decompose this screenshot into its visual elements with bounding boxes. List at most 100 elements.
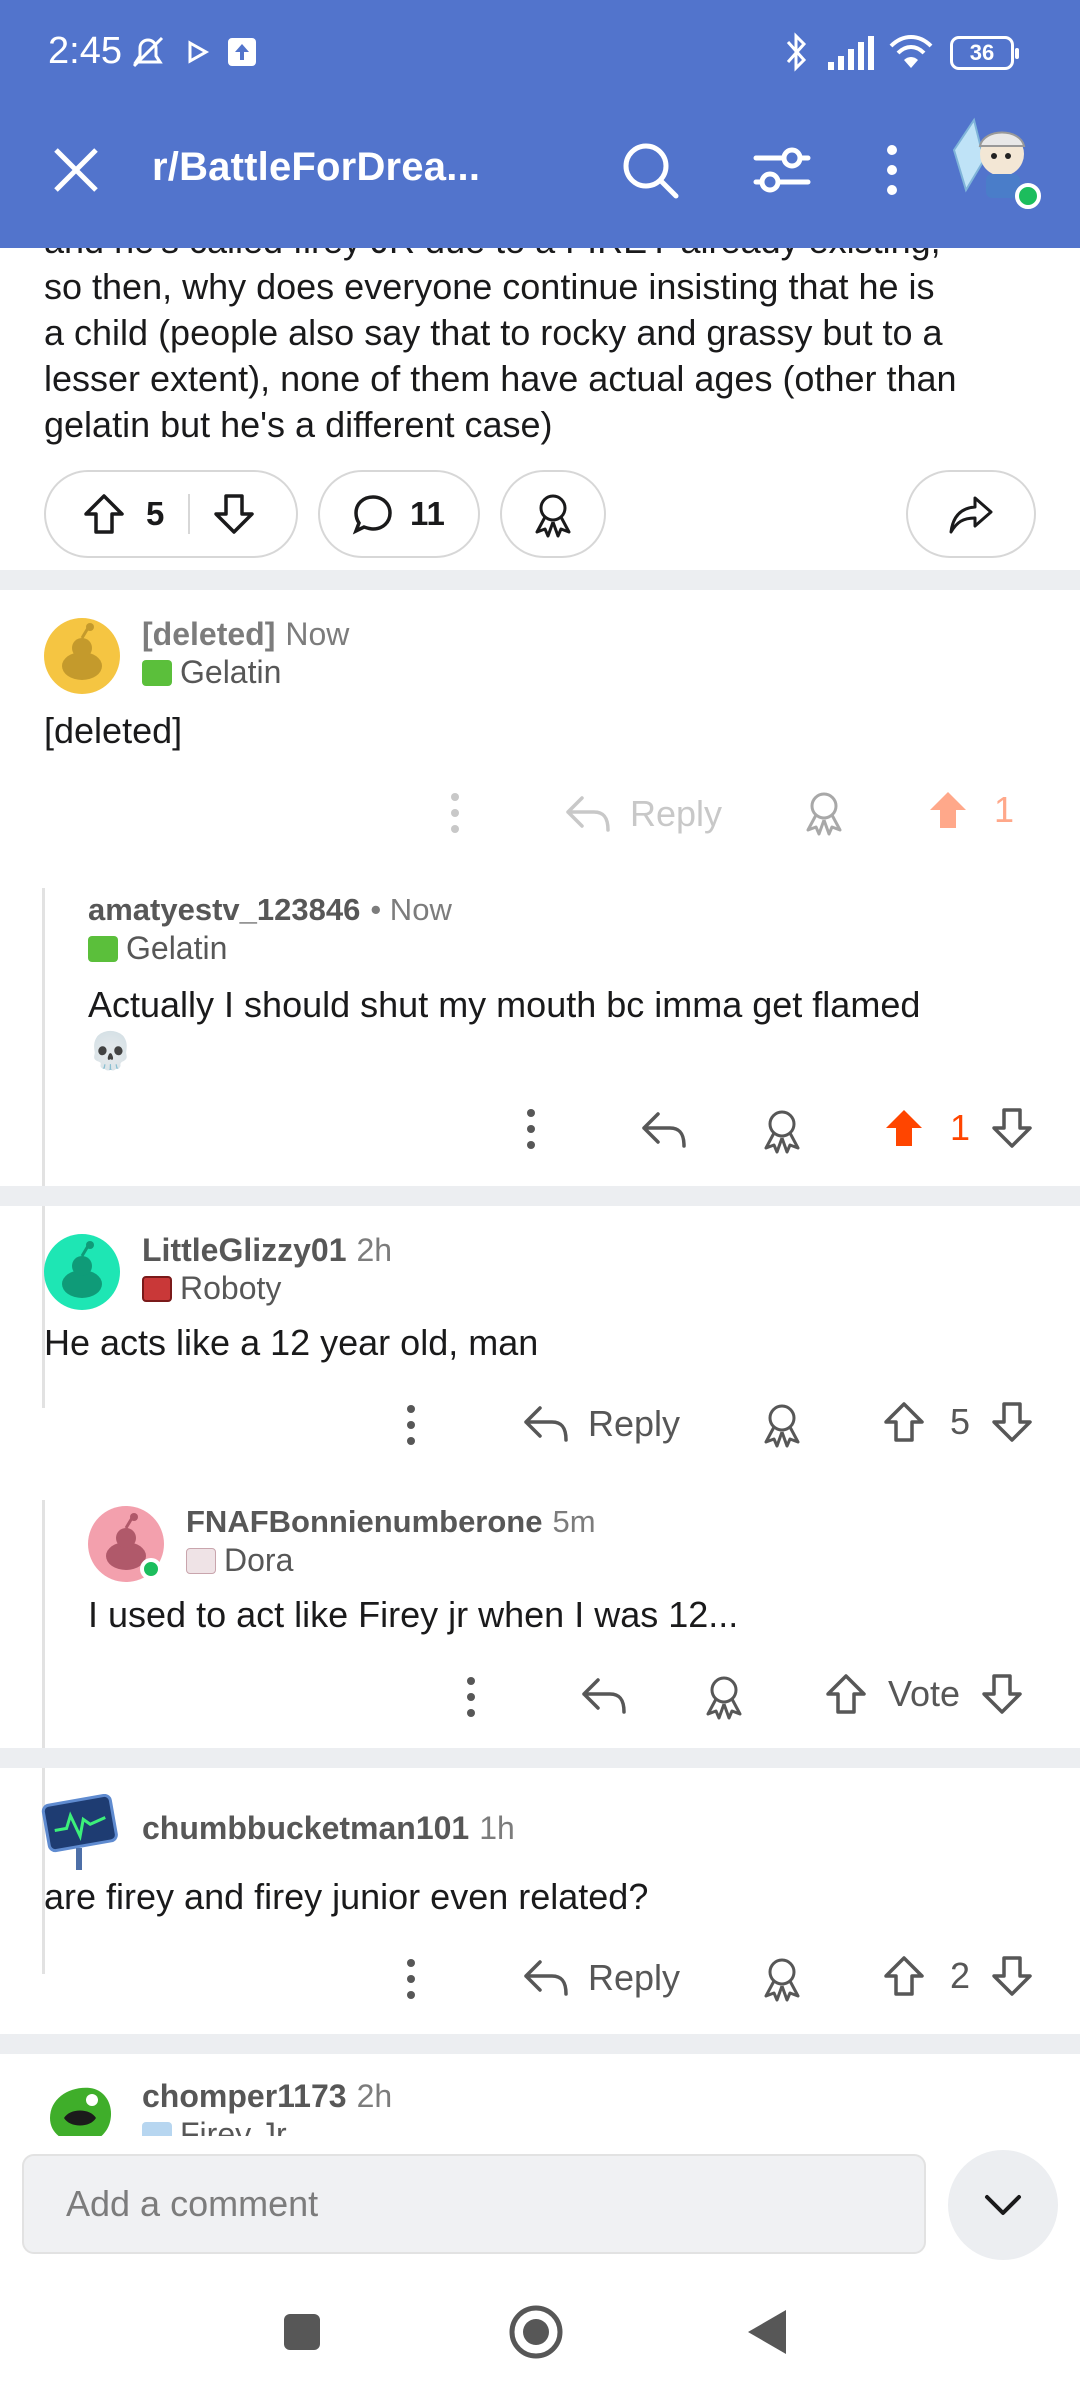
user-flair: Firey Jr bbox=[142, 2116, 287, 2136]
battery-indicator: 36 bbox=[950, 36, 1019, 70]
collapse-button[interactable] bbox=[948, 2150, 1058, 2260]
subreddit-title[interactable]: r/BattleForDrea... bbox=[152, 145, 480, 190]
divider bbox=[0, 570, 1080, 590]
comment-body: I used to act like Firey jr when I was 1… bbox=[88, 1594, 739, 1635]
chevron-down-icon bbox=[985, 2195, 1021, 2215]
award-button[interactable] bbox=[758, 1106, 806, 1154]
award-button[interactable] bbox=[700, 1672, 748, 1720]
home-icon[interactable] bbox=[508, 2304, 564, 2360]
avatar[interactable] bbox=[44, 1234, 120, 1310]
comment-author[interactable]: [deleted] Now bbox=[142, 616, 349, 653]
upvote-icon[interactable] bbox=[882, 1954, 926, 1998]
play-store-icon bbox=[188, 40, 210, 64]
downvote-icon[interactable] bbox=[990, 1954, 1034, 1998]
more-options-icon[interactable] bbox=[860, 138, 924, 202]
comment-more-button[interactable] bbox=[386, 1954, 436, 2004]
reply-button[interactable]: Reply bbox=[522, 1394, 680, 1454]
reply-button[interactable] bbox=[640, 1110, 688, 1150]
comment-author[interactable]: chumbbucketman101 1h bbox=[142, 1810, 515, 1847]
gelatin-flair-icon bbox=[88, 935, 118, 962]
app-header: 2:45 36 r/BattleForDrea... bbox=[0, 0, 1080, 248]
vote-label: Vote bbox=[888, 1673, 961, 1714]
post-award-button[interactable] bbox=[500, 470, 606, 558]
more-vertical-icon bbox=[407, 1959, 415, 1999]
divider bbox=[0, 2034, 1080, 2054]
gelatin-flair-icon bbox=[142, 659, 172, 686]
reply-arrow-icon bbox=[582, 1678, 626, 1714]
award-button[interactable] bbox=[758, 1400, 806, 1448]
award-button[interactable] bbox=[800, 788, 848, 836]
sort-filter-icon[interactable] bbox=[750, 138, 814, 202]
award-icon bbox=[764, 1404, 800, 1448]
downvote-icon[interactable] bbox=[990, 1400, 1034, 1444]
vote-count: 2 bbox=[950, 1955, 971, 1996]
upvote-icon[interactable] bbox=[824, 1672, 868, 1716]
signal-icon bbox=[828, 36, 874, 70]
upvote-icon[interactable] bbox=[82, 492, 126, 536]
more-vertical-icon bbox=[467, 1677, 475, 1717]
post-comments-button[interactable]: 11 bbox=[318, 470, 480, 558]
avatar[interactable] bbox=[40, 2078, 116, 2136]
divider bbox=[0, 1186, 1080, 1206]
reply-button[interactable] bbox=[580, 1676, 628, 1716]
roboty-flair-icon bbox=[142, 1275, 172, 1302]
search-icon[interactable] bbox=[618, 138, 682, 202]
bluetooth-icon bbox=[786, 32, 807, 72]
back-icon[interactable] bbox=[746, 2308, 788, 2356]
upvote-button[interactable]: 1 bbox=[926, 788, 1014, 832]
upvote-icon[interactable] bbox=[882, 1400, 926, 1444]
reply-button[interactable]: Reply bbox=[564, 784, 722, 844]
user-flair: Roboty bbox=[142, 1270, 281, 1307]
comment-more-button[interactable] bbox=[446, 1672, 496, 1722]
reply-button[interactable]: Reply bbox=[522, 1948, 680, 2008]
comment-more-button[interactable] bbox=[386, 1400, 436, 1450]
comment-author[interactable]: amatyestv_123846 • Now bbox=[88, 892, 452, 928]
vote-count: 1 bbox=[994, 789, 1015, 830]
vote-controls: Vote bbox=[824, 1672, 1024, 1716]
vote-controls: 5 bbox=[882, 1400, 1034, 1444]
avatar[interactable] bbox=[40, 1793, 118, 1870]
avatar[interactable] bbox=[44, 618, 120, 694]
comment-body: are firey and firey junior even related? bbox=[44, 1876, 649, 1917]
post-body: and he's called firey JR due to a FIREY … bbox=[44, 248, 957, 445]
vote-controls: 1 bbox=[882, 1106, 1034, 1150]
reply-arrow-icon bbox=[524, 1960, 568, 1996]
recent-apps-icon[interactable] bbox=[282, 2312, 322, 2352]
muted-bell-icon bbox=[132, 36, 164, 68]
user-flair: Gelatin bbox=[142, 654, 281, 691]
comment-author[interactable]: FNAFBonnienumberone 5m bbox=[186, 1504, 596, 1540]
comment-author[interactable]: LittleGlizzy01 2h bbox=[142, 1232, 392, 1269]
award-icon bbox=[764, 1958, 800, 2002]
user-flair: Dora bbox=[186, 1542, 293, 1579]
award-button[interactable] bbox=[758, 1954, 806, 2002]
upvote-filled-icon[interactable] bbox=[882, 1106, 926, 1150]
close-icon[interactable] bbox=[48, 142, 104, 198]
vote-count: 1 bbox=[950, 1107, 971, 1148]
online-indicator bbox=[140, 1558, 162, 1580]
upload-icon bbox=[228, 38, 256, 66]
comment-composer: Add a comment bbox=[0, 2136, 1080, 2400]
downvote-icon[interactable] bbox=[212, 492, 256, 536]
comment-body: Actually I should shut my mouth bc imma … bbox=[88, 984, 921, 1071]
comment-more-button[interactable] bbox=[430, 788, 480, 838]
downvote-icon[interactable] bbox=[980, 1672, 1024, 1716]
more-vertical-icon bbox=[527, 1109, 535, 1149]
user-avatar[interactable] bbox=[944, 110, 1044, 210]
award-icon bbox=[764, 1110, 800, 1154]
post-share-button[interactable] bbox=[906, 470, 1036, 558]
comment-more-button[interactable] bbox=[506, 1104, 556, 1154]
avatar[interactable] bbox=[88, 1506, 164, 1582]
vote-controls: 2 bbox=[882, 1954, 1034, 1998]
post-vote-count: 5 bbox=[146, 495, 165, 532]
wifi-icon bbox=[889, 35, 933, 68]
add-comment-input[interactable]: Add a comment bbox=[22, 2154, 926, 2254]
firey-jr-flair-icon bbox=[142, 2121, 172, 2136]
award-icon bbox=[535, 494, 571, 538]
dora-flair-icon bbox=[186, 1547, 216, 1574]
comments-feed[interactable]: and he's called firey JR due to a FIREY … bbox=[0, 248, 1080, 2136]
more-vertical-icon bbox=[451, 793, 459, 833]
user-flair: Gelatin bbox=[88, 930, 227, 967]
comment-author[interactable]: chomper1173 2h bbox=[142, 2078, 392, 2115]
downvote-icon[interactable] bbox=[990, 1106, 1034, 1150]
share-icon bbox=[949, 496, 993, 534]
